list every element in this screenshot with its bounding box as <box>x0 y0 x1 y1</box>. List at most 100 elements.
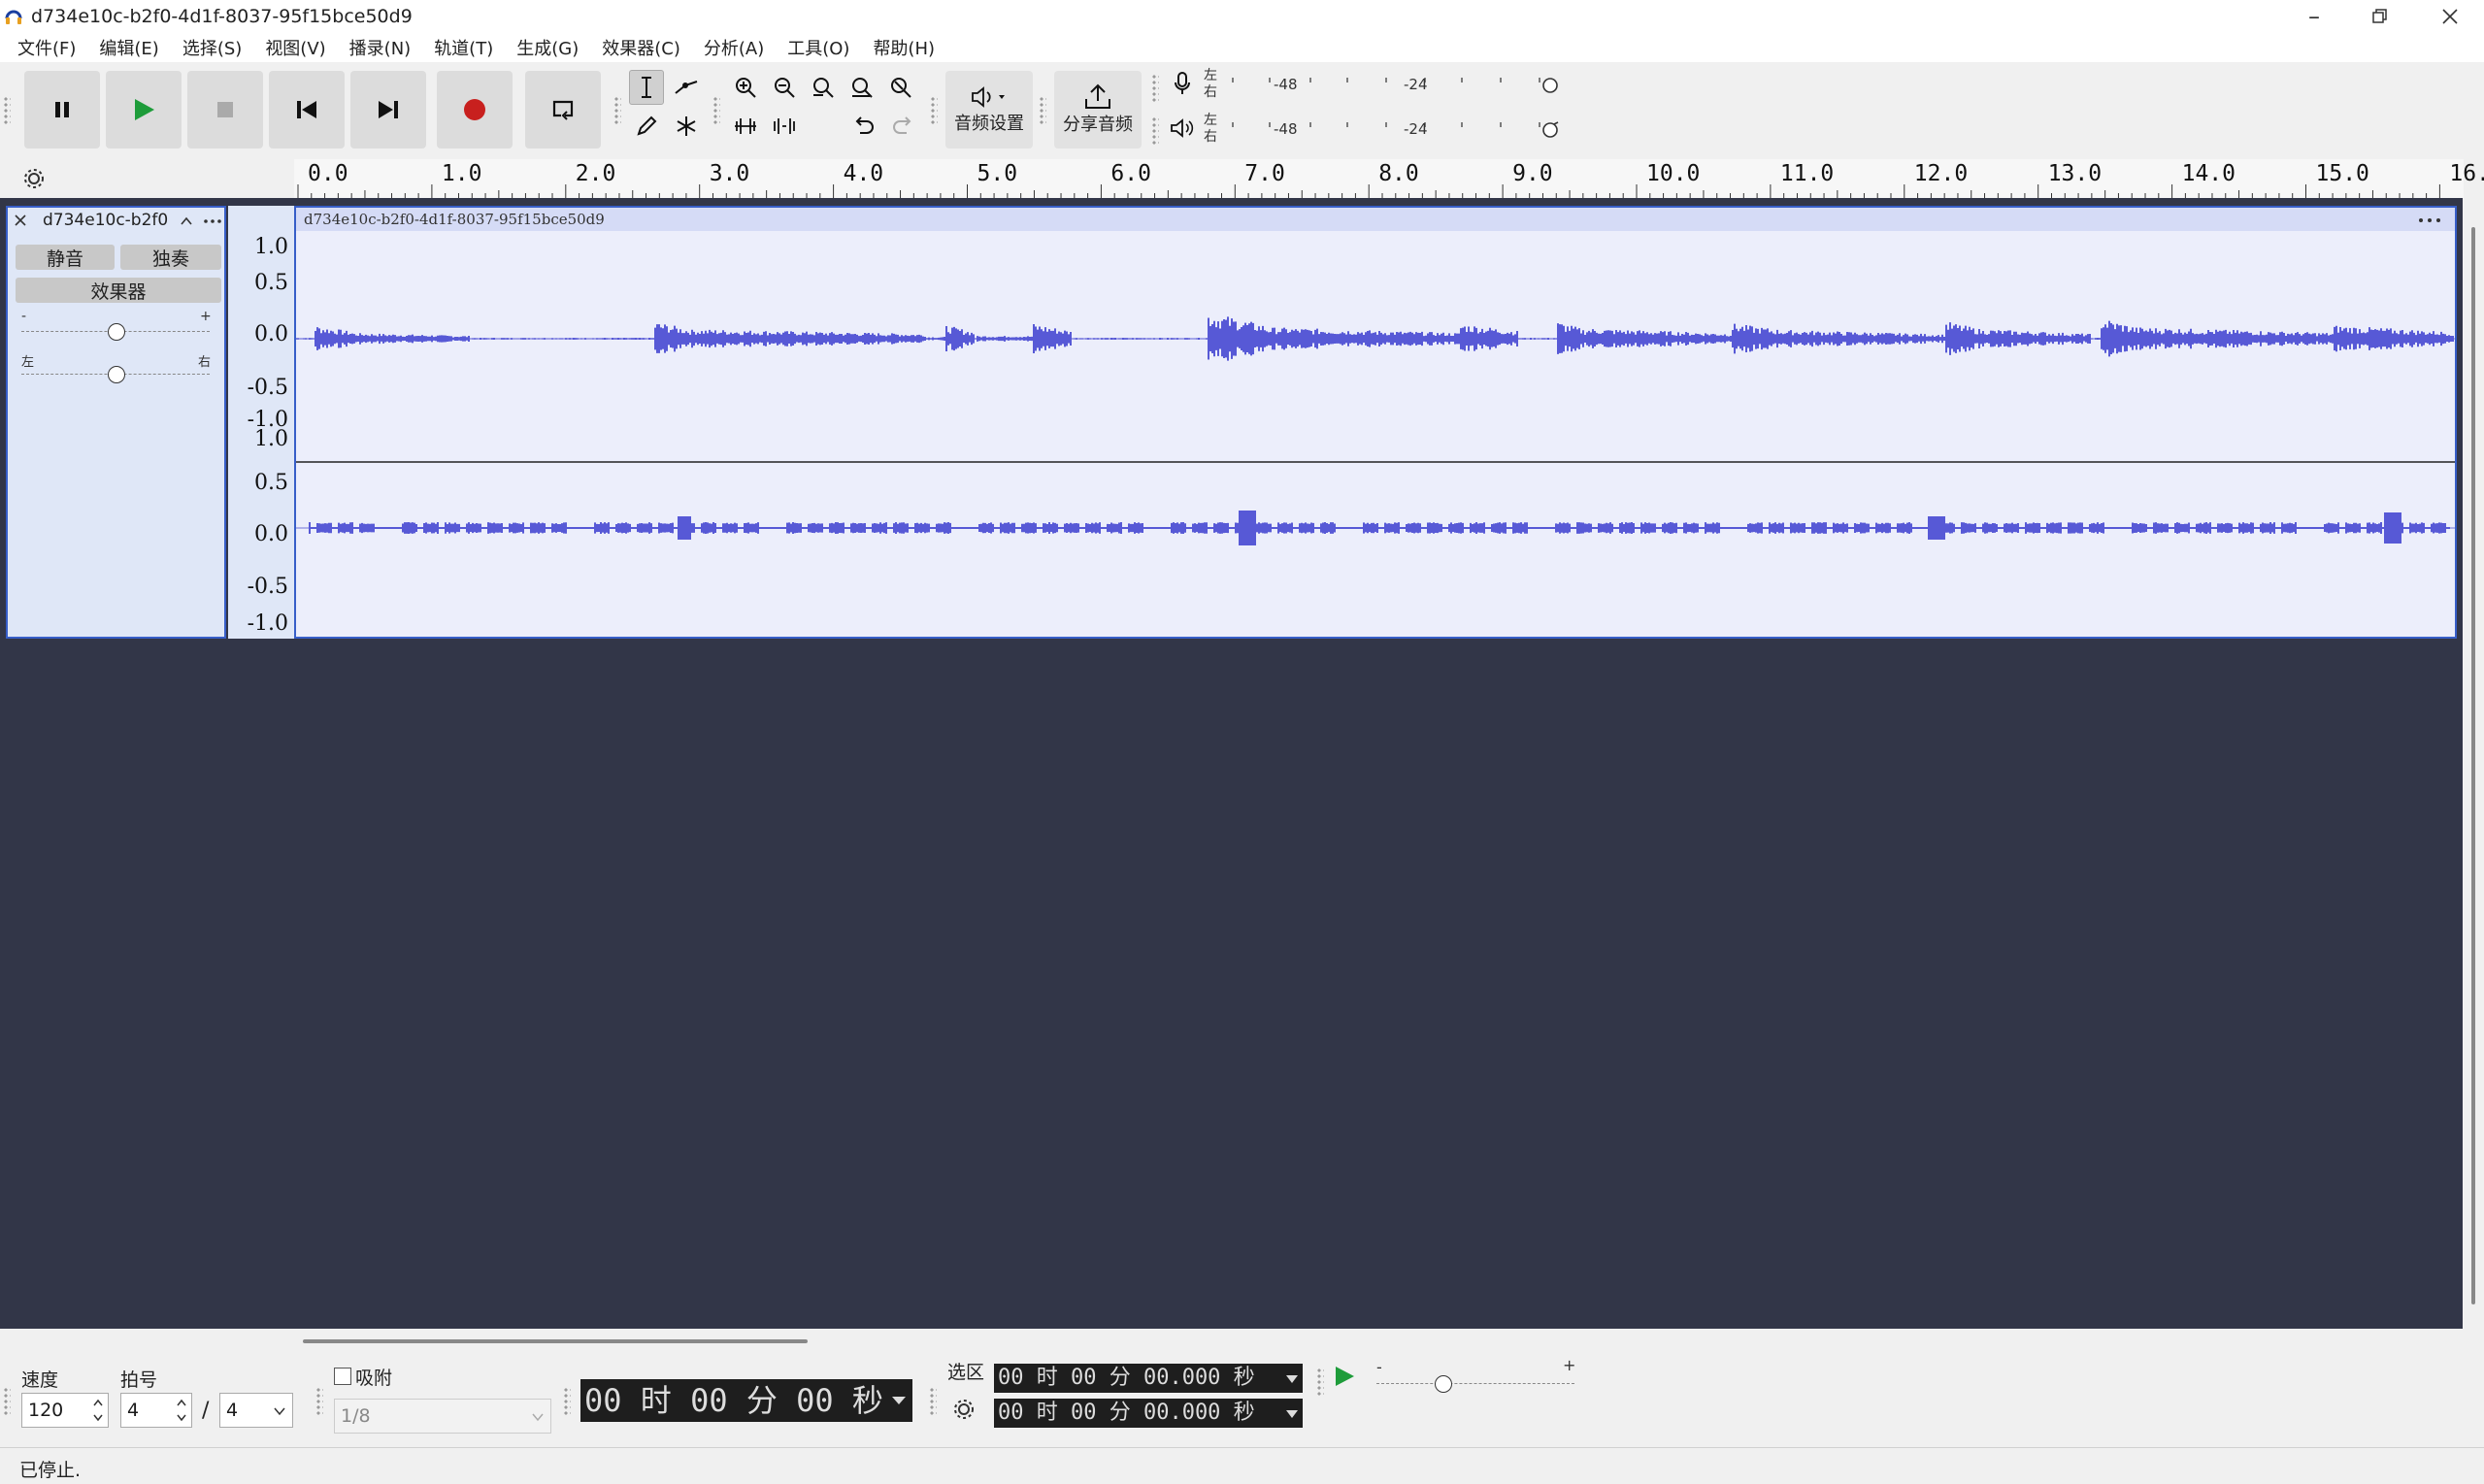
solo-button[interactable]: 独奏 <box>120 245 221 270</box>
bottom-grip-5[interactable] <box>1316 1368 1324 1397</box>
share-grip[interactable] <box>1039 96 1046 125</box>
scale-label-neg0.5-ch2: -0.5 <box>247 575 288 599</box>
close-track-button[interactable] <box>12 212 31 231</box>
menu-generate[interactable]: 生成(G) <box>505 35 590 60</box>
snap-checkbox[interactable] <box>334 1368 351 1385</box>
zoom-in-button[interactable] <box>728 70 763 105</box>
record-gain-knob-icon[interactable] <box>1540 76 1560 95</box>
tempo-spinner-icon[interactable] <box>91 1396 105 1425</box>
pause-button[interactable] <box>24 71 100 148</box>
record-meter-grip[interactable] <box>1151 74 1159 103</box>
zoom-toggle-icon <box>891 78 911 98</box>
menu-view[interactable]: 视图(V) <box>253 35 337 60</box>
bottom-grip-3[interactable] <box>563 1387 571 1416</box>
timeline-ruler[interactable]: 0.0 1.0 2.0 3.0 4.0 5.0 6.0 7.0 8.0 9.0 10.0 11.0 12… <box>294 159 2484 198</box>
record-button[interactable] <box>437 71 513 148</box>
timesig-spinner-icon[interactable] <box>175 1396 188 1425</box>
selection-end-time[interactable]: 00 时 00 分 00.000 秒 <box>994 1399 1303 1428</box>
horizontal-scroll-thumb[interactable] <box>303 1339 808 1343</box>
envelope-tool-button[interactable] <box>669 70 704 105</box>
play-button[interactable] <box>106 71 182 148</box>
fit-selection-button[interactable] <box>806 70 841 105</box>
horizontal-scrollbar[interactable] <box>0 1329 2463 1350</box>
menu-help[interactable]: 帮助(H) <box>861 35 946 60</box>
chevron-up-icon <box>181 216 192 225</box>
menu-select[interactable]: 选择(S) <box>171 35 253 60</box>
tools-grip[interactable] <box>613 96 621 125</box>
pan-slider-thumb[interactable] <box>108 366 125 383</box>
selection-tool-button[interactable] <box>629 70 664 105</box>
effects-button[interactable]: 效果器 <box>16 278 221 303</box>
audio-setup-button[interactable]: 音频设置 <box>945 71 1033 148</box>
audacity-logo-icon <box>5 10 22 24</box>
close-window-button[interactable] <box>2417 0 2483 33</box>
undo-button[interactable] <box>846 109 881 144</box>
waveform-clip[interactable]: d734e10c-b2f0-4d1f-8037-95f15bce50d9 <box>294 206 2457 639</box>
stop-button[interactable] <box>187 71 263 148</box>
play-meter-grip[interactable] <box>1151 116 1159 146</box>
menu-file[interactable]: 文件(F) <box>6 35 87 60</box>
zoom-out-button[interactable] <box>767 70 802 105</box>
draw-tool-button[interactable] <box>629 109 664 144</box>
edit-grip[interactable] <box>712 96 720 125</box>
timeline-settings-button[interactable] <box>21 166 47 191</box>
vertical-scroll-thumb[interactable] <box>2471 227 2475 1304</box>
skip-to-start-button[interactable] <box>269 71 345 148</box>
playback-meter-button[interactable] <box>1165 111 1200 146</box>
bottom-grip-2[interactable] <box>315 1387 323 1416</box>
skip-to-end-button[interactable] <box>350 71 426 148</box>
menu-tools[interactable]: 工具(O) <box>776 35 861 60</box>
playback-level-meter[interactable]: 左 右 -48 -24 <box>1204 111 1573 149</box>
minimize-button[interactable]: – <box>2281 0 2347 33</box>
amplitude-scale[interactable]: 1.0 0.5 0.0 -0.5 -1.0 1.0 0.5 0.0 -0.5 -… <box>228 206 294 639</box>
fit-project-button[interactable] <box>845 70 879 105</box>
playback-volume-knob-icon[interactable] <box>1540 119 1561 141</box>
track-name[interactable]: d734e10c-b2f0 <box>43 211 168 230</box>
selection-settings-button[interactable] <box>951 1397 977 1422</box>
gain-slider[interactable] <box>21 323 210 341</box>
zoom-toggle-button[interactable] <box>883 70 918 105</box>
play-at-speed-button[interactable] <box>1332 1364 1361 1393</box>
play-icon <box>1336 1367 1354 1386</box>
bottom-grip-4[interactable] <box>929 1387 937 1416</box>
collapse-track-button[interactable] <box>179 214 194 229</box>
scale-label-neg1-ch2: -1.0 <box>247 611 288 636</box>
selection-start-time[interactable]: 00 时 00 分 00.000 秒 <box>994 1364 1303 1393</box>
audio-setup-grip[interactable] <box>930 96 938 125</box>
pan-slider[interactable] <box>21 366 210 383</box>
snap-select[interactable]: 1/8 <box>334 1399 551 1434</box>
loop-button[interactable] <box>525 71 601 148</box>
redo-button[interactable] <box>885 109 920 144</box>
multi-tool-button[interactable] <box>669 109 704 144</box>
bottom-grip-1[interactable] <box>3 1387 11 1416</box>
restore-button[interactable] <box>2347 0 2413 33</box>
gear-icon <box>954 1400 974 1419</box>
vertical-scrollbar[interactable] <box>2463 198 2484 1350</box>
meter-right-label-play: 右 <box>1204 129 1217 145</box>
menu-effects[interactable]: 效果器(C) <box>590 35 692 60</box>
gain-slider-thumb[interactable] <box>108 323 125 341</box>
record-level-meter[interactable]: 左 右 -48 -24 <box>1204 66 1573 105</box>
scale-label-1-ch2: 1.0 <box>254 427 288 451</box>
menu-tracks[interactable]: 轨道(T) <box>422 35 505 60</box>
time-signature-denominator[interactable]: 4 <box>219 1393 293 1428</box>
share-audio-button[interactable]: 分享音频 <box>1054 71 1142 148</box>
ruler-label: 12.0 <box>1913 161 1969 186</box>
trim-audio-button[interactable] <box>728 109 763 144</box>
track-menu-button[interactable] <box>202 212 223 231</box>
playback-speed-slider[interactable] <box>1376 1373 1574 1393</box>
speed-slider-thumb[interactable] <box>1435 1375 1452 1393</box>
silence-audio-button[interactable] <box>767 109 802 144</box>
title-bar: d734e10c-b2f0-4d1f-8037-95f15bce50d9 – <box>0 0 2484 33</box>
menu-analyze[interactable]: 分析(A) <box>692 35 776 60</box>
zoom-selection-icon <box>813 78 834 98</box>
time-display[interactable]: 00 时 00 分 00 秒 <box>580 1379 912 1422</box>
menu-transport[interactable]: 播录(N) <box>338 35 423 60</box>
menu-edit[interactable]: 编辑(E) <box>87 35 170 60</box>
toolbar-grip[interactable] <box>3 96 11 125</box>
clip-title-bar[interactable]: d734e10c-b2f0-4d1f-8037-95f15bce50d9 <box>296 208 2455 231</box>
clip-menu-icon[interactable] <box>2418 215 2441 225</box>
tracks-panel[interactable]: d734e10c-b2f0 静音 独奏 效果器 - + 左 右 1.0 0.5 … <box>0 198 2463 1329</box>
mute-button[interactable]: 静音 <box>16 245 115 270</box>
record-meter-button[interactable] <box>1165 66 1200 101</box>
